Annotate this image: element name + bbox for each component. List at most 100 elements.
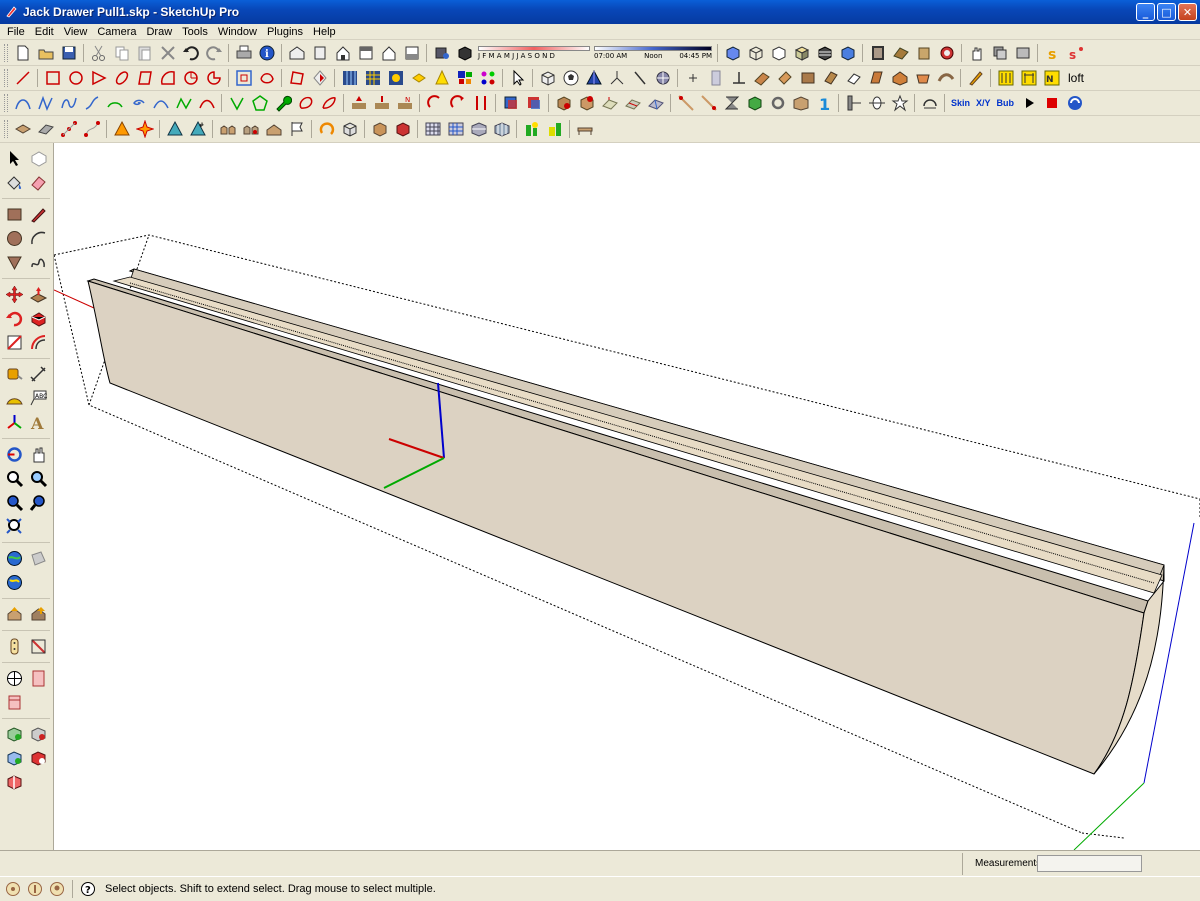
minimize-button[interactable]: _ <box>1136 3 1155 21</box>
menu-window[interactable]: Window <box>213 26 262 38</box>
solid-split-icon[interactable] <box>2 771 26 794</box>
push-pull-tool-icon[interactable] <box>26 283 50 306</box>
wireframe-icon[interactable] <box>744 42 767 64</box>
left-view-icon[interactable] <box>400 42 423 64</box>
inverted-t-icon[interactable] <box>727 67 750 89</box>
wood-cube-icon[interactable] <box>368 118 391 140</box>
menu-draw[interactable]: Draw <box>141 26 177 38</box>
follow-me-tool-icon[interactable] <box>26 307 50 330</box>
new-file-icon[interactable] <box>11 42 34 64</box>
layers-icon[interactable] <box>988 42 1011 64</box>
shadow-time-slider[interactable]: 07:00 AM Noon 04:45 PM <box>594 42 712 64</box>
xy-button[interactable]: X/Y <box>973 98 994 108</box>
pencil-icon[interactable] <box>964 67 987 89</box>
position-camera-icon[interactable] <box>2 667 26 690</box>
iso-view-icon[interactable] <box>285 42 308 64</box>
burst-icon[interactable] <box>133 118 156 140</box>
block-1-icon[interactable] <box>11 118 34 140</box>
wood-board-6-icon[interactable] <box>888 67 911 89</box>
toolbar-grip[interactable] <box>4 44 8 62</box>
menu-tools[interactable]: Tools <box>177 26 213 38</box>
cube-red-1-icon[interactable] <box>552 92 575 114</box>
model-info-icon[interactable]: i <box>255 42 278 64</box>
yellow-figure-icon[interactable] <box>543 118 566 140</box>
front-view-icon[interactable] <box>331 42 354 64</box>
blob-icon[interactable] <box>294 92 317 114</box>
skin-button[interactable]: Skin <box>948 98 973 108</box>
get-models-icon[interactable] <box>26 603 50 626</box>
orange-arc-icon[interactable] <box>315 118 338 140</box>
arrows-up-down-icon[interactable] <box>469 92 492 114</box>
transform-1-icon[interactable] <box>499 92 522 114</box>
axes-split-icon[interactable] <box>605 67 628 89</box>
parallelogram-icon[interactable] <box>133 67 156 89</box>
twist-icon[interactable] <box>720 92 743 114</box>
eraser-block-icon[interactable] <box>842 67 865 89</box>
arc-tool-icon[interactable] <box>26 227 50 250</box>
rotate-red-1-icon[interactable] <box>423 92 446 114</box>
cubic-bezier-icon[interactable] <box>80 92 103 114</box>
red-arrow-1-icon[interactable] <box>347 92 370 114</box>
previous-view-icon[interactable] <box>2 491 26 514</box>
wood-board-1-icon[interactable] <box>750 67 773 89</box>
mesh-3-icon[interactable] <box>467 118 490 140</box>
play-icon[interactable] <box>1017 92 1040 114</box>
warning-triangle-icon[interactable] <box>110 118 133 140</box>
red-arrow-2-icon[interactable] <box>370 92 393 114</box>
rectangle-tool-icon[interactable] <box>2 203 26 226</box>
next-view-icon[interactable] <box>26 491 50 514</box>
wood-board-3-icon[interactable] <box>796 67 819 89</box>
3d-text-tool-icon[interactable]: A <box>26 411 50 434</box>
leaf-icon[interactable] <box>317 92 340 114</box>
loft-button[interactable]: loft <box>1063 71 1089 85</box>
bow-curve-icon[interactable] <box>195 92 218 114</box>
solid-subtract-icon[interactable] <box>26 723 50 746</box>
open-folder-icon[interactable] <box>34 42 57 64</box>
joint-1-icon[interactable] <box>994 67 1017 89</box>
undo-icon[interactable] <box>179 42 202 64</box>
copy-icon[interactable] <box>110 42 133 64</box>
right-view-icon[interactable] <box>354 42 377 64</box>
folder-box-icon[interactable] <box>789 92 812 114</box>
line-knife-icon[interactable] <box>628 67 651 89</box>
protractor-tool-icon[interactable] <box>2 387 26 410</box>
dimension-2-icon[interactable] <box>697 92 720 114</box>
erase-icon[interactable] <box>156 42 179 64</box>
help-ring-icon[interactable] <box>1063 92 1086 114</box>
cluster-2-icon[interactable] <box>239 118 262 140</box>
mesh-4-icon[interactable] <box>490 118 513 140</box>
sector-icon[interactable] <box>179 67 202 89</box>
solid-union-icon[interactable] <box>2 723 26 746</box>
spiral-icon[interactable] <box>126 92 149 114</box>
joint-2-icon[interactable] <box>1017 67 1040 89</box>
zoom-tool-icon[interactable] <box>2 467 26 490</box>
select-cursor-icon[interactable] <box>506 67 529 89</box>
mesh-1-icon[interactable] <box>421 118 444 140</box>
walk-tool-icon[interactable] <box>2 635 26 658</box>
geo-location-icon[interactable] <box>2 547 26 570</box>
tent-hash-icon[interactable]: # <box>186 118 209 140</box>
redo-icon[interactable] <box>202 42 225 64</box>
paste-icon[interactable] <box>133 42 156 64</box>
one-icon[interactable]: 1 <box>812 92 835 114</box>
sandbox-icon[interactable] <box>2 691 26 714</box>
red-cube-icon[interactable] <box>391 118 414 140</box>
rotate-red-2-icon[interactable] <box>446 92 469 114</box>
transform-2-icon[interactable] <box>522 92 545 114</box>
circle-tool-icon[interactable] <box>2 227 26 250</box>
pyramid-icon[interactable] <box>582 67 605 89</box>
back-view-icon[interactable] <box>377 42 400 64</box>
close-button[interactable]: ✕ <box>1178 3 1197 21</box>
line-icon[interactable] <box>11 67 34 89</box>
paint-fill-icon[interactable] <box>308 67 331 89</box>
toolbar-grip[interactable] <box>4 94 8 112</box>
materials-icon[interactable] <box>889 42 912 64</box>
grid-tool-3-icon[interactable] <box>384 67 407 89</box>
cluster-1-icon[interactable] <box>216 118 239 140</box>
wood-board-7-icon[interactable] <box>911 67 934 89</box>
xray-icon[interactable] <box>721 42 744 64</box>
bezier-icon[interactable] <box>11 92 34 114</box>
wood-board-4-icon[interactable] <box>819 67 842 89</box>
cut-block-3-icon[interactable] <box>644 92 667 114</box>
dimension-1-icon[interactable] <box>674 92 697 114</box>
